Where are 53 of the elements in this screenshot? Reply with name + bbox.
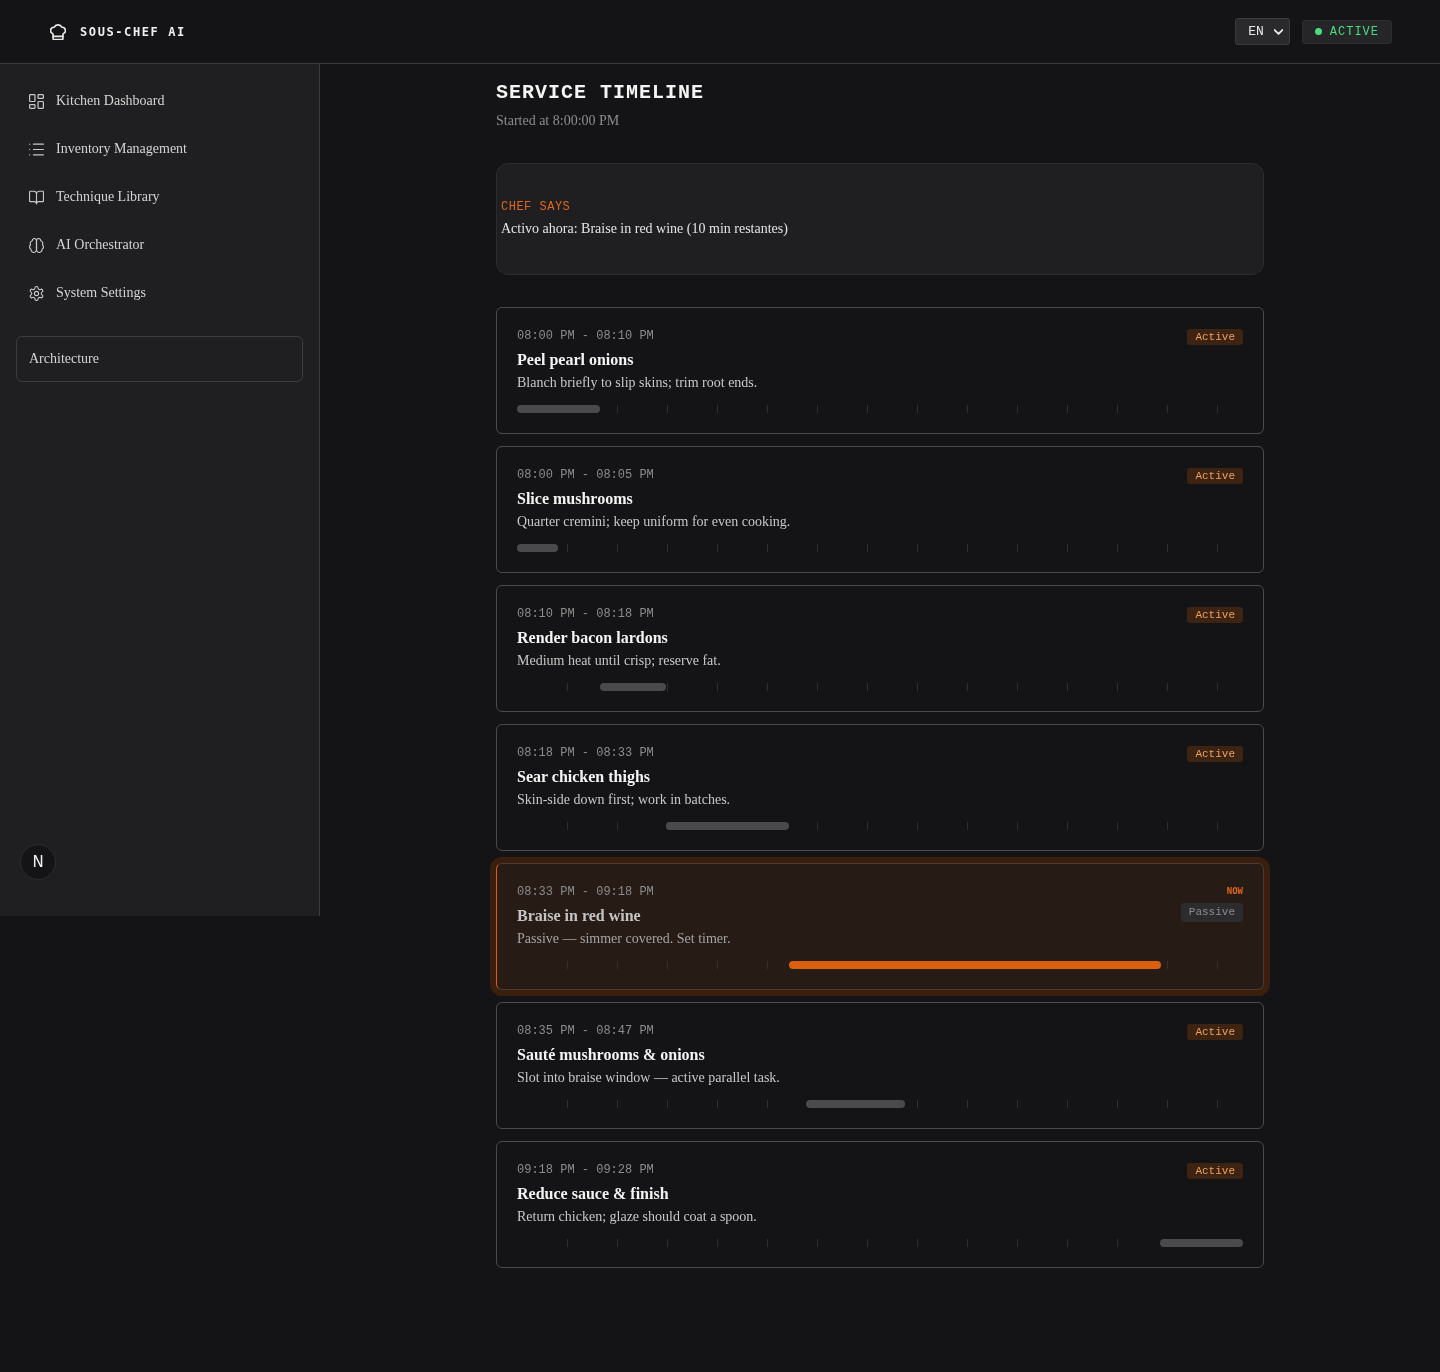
app-name: SOUS-CHEF AI [80, 24, 186, 39]
time-span-bar [517, 544, 559, 552]
step-description: Passive — simmer covered. Set timer. [517, 930, 731, 948]
step-description: Return chicken; glaze should coat a spoon. [517, 1208, 757, 1226]
step-title: Sear chicken thighs [517, 767, 652, 787]
mode-badge: Passive [1180, 903, 1243, 922]
step-description: Blanch briefly to slip skins; trim root ends. [517, 374, 758, 392]
mode-badge: Active [1187, 1024, 1243, 1040]
mode-badge: Active [1187, 468, 1243, 484]
step-description: Skin-side down first; work in batches. [517, 791, 731, 809]
dashboard-grid-icon [29, 93, 44, 109]
status-text: ACTIVE [1329, 24, 1379, 39]
nav-item[interactable]: Technique Library [16, 176, 303, 218]
mode-badge: Active [1187, 607, 1243, 623]
time-range: 09:18 PM - 09:28 PM [517, 1162, 655, 1178]
start-time: Started at 8:00:00 PM [496, 112, 621, 130]
page-title: SERVICE TIMELINE [496, 81, 706, 105]
mode-badge: Active [1187, 329, 1243, 345]
step-title: Slice mushrooms [517, 489, 634, 509]
step-title: Reduce sauce & finish [517, 1184, 670, 1204]
step-title: Sauté mushrooms & onions [517, 1045, 706, 1065]
step-title: Render bacon lardons [517, 628, 669, 648]
list-icon [29, 141, 44, 157]
now-label: NOW [1226, 885, 1243, 897]
time-range: 08:35 PM - 08:47 PM [517, 1023, 655, 1039]
status-dot-icon [1314, 28, 1322, 35]
mode-badge: Active [1187, 1163, 1243, 1179]
time-range: 08:33 PM - 09:18 PM [517, 884, 655, 900]
mode-badge: Active [1187, 746, 1243, 762]
book-icon [29, 189, 44, 205]
nav-item[interactable]: System Settings [16, 272, 303, 314]
chef-hat-icon [50, 23, 66, 40]
time-range: 08:00 PM - 08:10 PM [517, 328, 655, 344]
time-range: 08:00 PM - 08:05 PM [517, 467, 655, 483]
step-title: Braise in red wine [517, 906, 642, 926]
nav-item[interactable]: Inventory Management [16, 128, 303, 170]
step-description: Medium heat until crisp; reserve fat. [517, 652, 721, 670]
chef-says-label: CHEF SAYS [501, 199, 572, 215]
time-span-bar [599, 683, 666, 691]
nav-item[interactable]: AI Orchestrator [16, 224, 303, 266]
brain-icon [29, 237, 44, 253]
step-description: Slot into braise window — active parallel task. [517, 1069, 780, 1087]
step-title: Peel pearl onions [517, 350, 635, 370]
time-range: 08:10 PM - 08:18 PM [517, 606, 655, 622]
time-range: 08:18 PM - 08:33 PM [517, 745, 655, 761]
architecture-button[interactable]: Architecture [16, 336, 303, 382]
dev-badge-button[interactable]: N [20, 844, 56, 880]
language-select[interactable]: EN [1235, 18, 1290, 45]
settings-icon [29, 285, 44, 301]
chevron-down-icon [1273, 28, 1283, 35]
nav-item[interactable]: Kitchen Dashboard [16, 80, 303, 122]
chef-message: Activo ahora: Braise in red wine (10 min restantes) [501, 220, 789, 238]
step-description: Quarter cremini; keep uniform for even cooking. [517, 513, 791, 531]
